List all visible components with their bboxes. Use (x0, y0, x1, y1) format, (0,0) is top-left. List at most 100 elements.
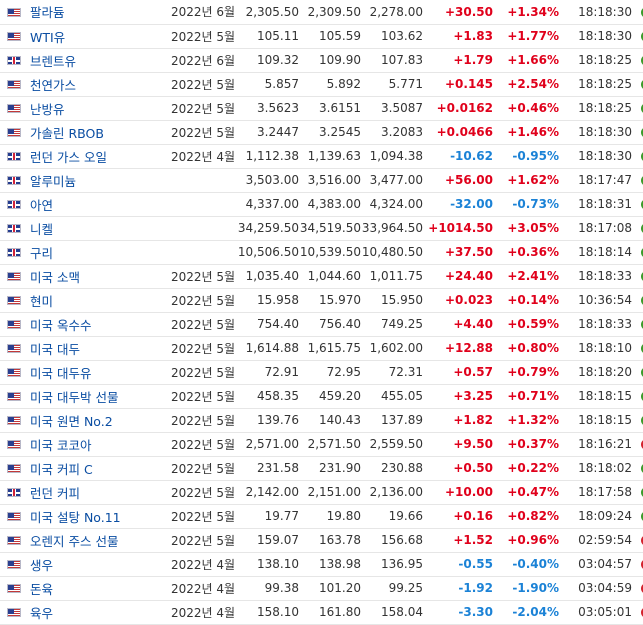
low-price: 33,964.50 (361, 216, 423, 241)
commodity-name-link[interactable]: 돈육 (30, 582, 53, 597)
commodity-name-link[interactable]: 알루미늄 (30, 174, 76, 189)
table-row[interactable]: 팔라듐 2022년 6월 2,305.50 2,309.50 2,278.00 … (0, 0, 643, 25)
last-price: 754.40 (237, 312, 299, 337)
us-flag-icon (7, 512, 21, 521)
table-row[interactable]: 미국 옥수수 2022년 5월 754.40 756.40 749.25 +4.… (0, 312, 643, 337)
commodity-name-link[interactable]: 런던 가스 오일 (30, 150, 107, 165)
commodity-name-link[interactable]: WTI유 (30, 30, 65, 45)
change-percent: +0.79% (493, 360, 559, 385)
table-row[interactable]: 아연 4,337.00 4,383.00 4,324.00 -32.00 -0.… (0, 192, 643, 217)
high-price: 2,571.50 (299, 432, 361, 457)
table-row[interactable]: 런던 가스 오일 2022년 4월 1,112.38 1,139.63 1,09… (0, 144, 643, 169)
name-cell: WTI유 (28, 24, 171, 49)
contract-month: 2022년 5월 (171, 528, 237, 553)
change-value: +0.0162 (423, 96, 493, 121)
commodity-name-link[interactable]: 천연가스 (30, 78, 76, 93)
high-price: 5.892 (299, 72, 361, 97)
table-row[interactable]: 브렌트유 2022년 6월 109.32 109.90 107.83 +1.79… (0, 48, 643, 73)
low-price: 2,559.50 (361, 432, 423, 457)
contract-month: 2022년 5월 (171, 384, 237, 409)
commodity-name-link[interactable]: 미국 대두 (30, 342, 80, 357)
commodity-name-link[interactable]: 미국 커피 C (30, 462, 93, 477)
contract-month: 2022년 5월 (171, 336, 237, 361)
commodity-name-link[interactable]: 미국 소맥 (30, 270, 80, 285)
flag-cell (0, 480, 28, 505)
table-row[interactable]: 미국 대두 2022년 5월 1,614.88 1,615.75 1,602.0… (0, 336, 643, 361)
table-row[interactable]: WTI유 2022년 5월 105.11 105.59 103.62 +1.83… (0, 24, 643, 49)
table-row[interactable]: 미국 원면 No.2 2022년 5월 139.76 140.43 137.89… (0, 408, 643, 433)
table-row[interactable]: 미국 코코아 2022년 5월 2,571.00 2,571.50 2,559.… (0, 432, 643, 457)
last-price: 3.2447 (237, 120, 299, 145)
table-row[interactable]: 육우 2022년 4월 158.10 161.80 158.04 -3.30 -… (0, 600, 643, 625)
name-cell: 미국 대두 (28, 336, 171, 361)
commodity-name-link[interactable]: 미국 설탕 No.11 (30, 510, 121, 525)
last-price: 1,614.88 (237, 336, 299, 361)
commodity-name-link[interactable]: 니켈 (30, 222, 53, 237)
table-row[interactable]: 구리 10,506.50 10,539.50 10,480.50 +37.50 … (0, 240, 643, 265)
table-row[interactable]: 현미 2022년 5월 15.958 15.970 15.950 +0.023 … (0, 288, 643, 313)
us-flag-icon (7, 296, 21, 305)
table-row[interactable]: 돈육 2022년 4월 99.38 101.20 99.25 -1.92 -1.… (0, 576, 643, 601)
commodity-name-link[interactable]: 난방유 (30, 102, 65, 117)
commodity-name-link[interactable]: 가솔린 RBOB (30, 126, 104, 141)
commodity-name-link[interactable]: 아연 (30, 198, 53, 213)
table-row[interactable]: 가솔린 RBOB 2022년 5월 3.2447 3.2545 3.2083 +… (0, 120, 643, 145)
commodity-name-link[interactable]: 육우 (30, 606, 53, 621)
update-time: 18:18:15 (559, 384, 634, 409)
name-cell: 브렌트유 (28, 48, 171, 73)
uk-flag-icon (7, 488, 21, 497)
commodity-name-link[interactable]: 미국 옥수수 (30, 318, 91, 333)
us-flag-icon (7, 128, 21, 137)
low-price: 5.771 (361, 72, 423, 97)
commodity-name-link[interactable]: 미국 대두박 선물 (30, 390, 118, 405)
high-price: 1,615.75 (299, 336, 361, 361)
table-row[interactable]: 알루미늄 3,503.00 3,516.00 3,477.00 +56.00 +… (0, 168, 643, 193)
table-row[interactable]: 런던 커피 2022년 5월 2,142.00 2,151.00 2,136.0… (0, 480, 643, 505)
table-row[interactable]: 미국 커피 C 2022년 5월 231.58 231.90 230.88 +0… (0, 456, 643, 481)
commodity-name-link[interactable]: 미국 코코아 (30, 438, 91, 453)
change-percent: +0.22% (493, 456, 559, 481)
name-cell: 미국 대두박 선물 (28, 384, 171, 409)
commodity-name-link[interactable]: 생우 (30, 558, 53, 573)
change-value: +0.023 (423, 288, 493, 313)
uk-flag-icon (7, 200, 21, 209)
us-flag-icon (7, 272, 21, 281)
commodity-name-link[interactable]: 팔라듐 (30, 5, 65, 20)
commodity-name-link[interactable]: 미국 대두유 (30, 366, 91, 381)
us-flag-icon (7, 416, 21, 425)
low-price: 455.05 (361, 384, 423, 409)
table-row[interactable]: 미국 대두유 2022년 5월 72.91 72.95 72.31 +0.57 … (0, 360, 643, 385)
clock-cell (634, 456, 643, 481)
last-price: 158.10 (237, 600, 299, 625)
update-time: 03:04:59 (559, 576, 634, 601)
us-flag-icon (7, 464, 21, 473)
table-row[interactable]: 난방유 2022년 5월 3.5623 3.6151 3.5087 +0.016… (0, 96, 643, 121)
change-value: +1.52 (423, 528, 493, 553)
last-price: 2,571.00 (237, 432, 299, 457)
name-cell: 생우 (28, 552, 171, 577)
commodity-name-link[interactable]: 현미 (30, 294, 53, 309)
low-price: 3,477.00 (361, 168, 423, 193)
commodity-name-link[interactable]: 오렌지 주스 선물 (30, 534, 118, 549)
commodity-name-link[interactable]: 브렌트유 (30, 54, 76, 69)
low-price: 1,602.00 (361, 336, 423, 361)
clock-cell (634, 0, 643, 25)
commodity-name-link[interactable]: 런던 커피 (30, 486, 80, 501)
table-row[interactable]: 미국 소맥 2022년 5월 1,035.40 1,044.60 1,011.7… (0, 264, 643, 289)
last-price: 3,503.00 (237, 168, 299, 193)
table-row[interactable]: 오렌지 주스 선물 2022년 5월 159.07 163.78 156.68 … (0, 528, 643, 553)
us-flag-icon (7, 344, 21, 353)
contract-month: 2022년 4월 (171, 600, 237, 625)
change-value: +0.57 (423, 360, 493, 385)
clock-cell (634, 312, 643, 337)
table-row[interactable]: 니켈 34,259.50 34,519.50 33,964.50 +1014.5… (0, 216, 643, 241)
commodity-name-link[interactable]: 구리 (30, 246, 53, 261)
high-price: 756.40 (299, 312, 361, 337)
flag-cell (0, 0, 28, 25)
flag-cell (0, 408, 28, 433)
table-row[interactable]: 미국 대두박 선물 2022년 5월 458.35 459.20 455.05 … (0, 384, 643, 409)
commodity-name-link[interactable]: 미국 원면 No.2 (30, 414, 113, 429)
table-row[interactable]: 미국 설탕 No.11 2022년 5월 19.77 19.80 19.66 +… (0, 504, 643, 529)
table-row[interactable]: 생우 2022년 4월 138.10 138.98 136.95 -0.55 -… (0, 552, 643, 577)
table-row[interactable]: 천연가스 2022년 5월 5.857 5.892 5.771 +0.145 +… (0, 72, 643, 97)
